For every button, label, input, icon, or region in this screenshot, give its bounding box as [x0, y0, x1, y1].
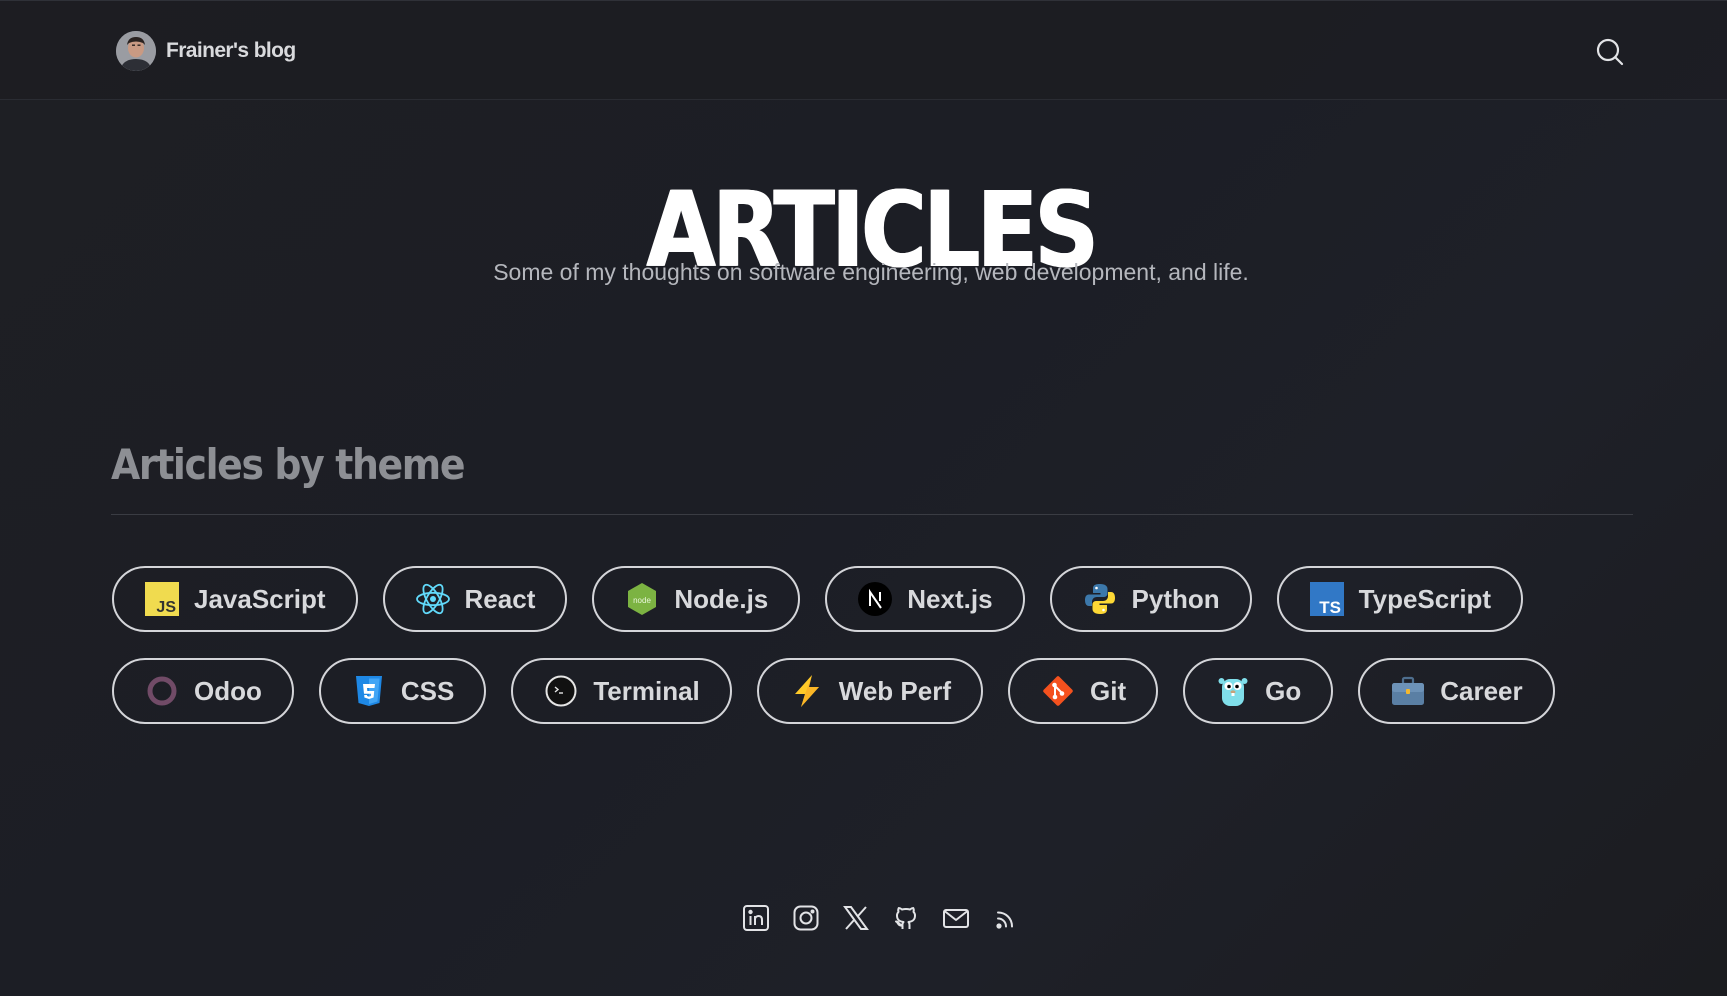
instagram-icon [793, 905, 819, 931]
svg-text:node: node [633, 596, 651, 605]
react-icon [415, 581, 451, 617]
chip-label: CSS [400, 675, 455, 706]
lightning-icon [789, 673, 825, 709]
x-icon [843, 906, 869, 930]
chip-react[interactable]: React [382, 566, 568, 632]
search-button[interactable] [1594, 36, 1626, 68]
git-icon [1040, 673, 1076, 709]
chip-go[interactable]: Go [1183, 658, 1334, 724]
chip-label: Python [1131, 583, 1220, 614]
chip-label: React [464, 583, 536, 614]
rss-icon [996, 911, 1013, 929]
chip-label: Web Perf [838, 675, 951, 706]
chip-row: JS JavaScript React node Node.js Next.js… [112, 566, 1672, 632]
chip-label: JavaScript [194, 583, 326, 614]
chip-typescript[interactable]: TS TypeScript [1276, 566, 1524, 632]
chip-career[interactable]: Career [1358, 658, 1555, 724]
chip-label: Go [1265, 675, 1302, 706]
svg-text:TS: TS [1319, 598, 1341, 616]
nodejs-icon: node [624, 581, 660, 617]
chip-web-perf[interactable]: Web Perf [756, 658, 983, 724]
github-link[interactable] [892, 904, 920, 932]
chip-nodejs[interactable]: node Node.js [592, 566, 801, 632]
chip-label: TypeScript [1358, 583, 1492, 614]
javascript-icon: JS [144, 581, 180, 617]
chip-label: Git [1090, 675, 1127, 706]
nextjs-icon [857, 581, 893, 617]
divider [111, 514, 1633, 515]
site-header: Frainer's blog [0, 0, 1727, 100]
section-title: Articles by theme [111, 440, 465, 489]
social-links [742, 904, 1020, 932]
page-subtitle: Some of my thoughts on software engineer… [493, 259, 1249, 285]
brand-name: Frainer's blog [166, 39, 296, 62]
chip-label: Odoo [194, 675, 262, 706]
terminal-icon [543, 673, 579, 709]
css-icon [351, 673, 387, 709]
typescript-icon: TS [1309, 581, 1345, 617]
chip-label: Terminal [593, 675, 700, 706]
chip-nextjs[interactable]: Next.js [825, 566, 1025, 632]
chip-python[interactable]: Python [1049, 566, 1252, 632]
odoo-icon [144, 673, 180, 709]
chip-terminal[interactable]: Terminal [511, 658, 732, 724]
brand-link[interactable]: Frainer's blog [116, 31, 296, 71]
avatar [116, 31, 156, 71]
chip-label: Node.js [674, 583, 769, 614]
linkedin-icon [743, 905, 769, 931]
gopher-icon [1215, 673, 1251, 709]
chip-odoo[interactable]: Odoo [112, 658, 294, 724]
chip-javascript[interactable]: JS JavaScript [112, 566, 358, 632]
svg-text:JS: JS [156, 599, 176, 616]
linkedin-link[interactable] [742, 904, 770, 932]
chip-label: Next.js [907, 583, 993, 614]
briefcase-icon [1390, 673, 1426, 709]
instagram-link[interactable] [792, 904, 820, 932]
search-icon [1596, 38, 1624, 66]
theme-chips: JS JavaScript React node Node.js Next.js… [112, 566, 1672, 750]
python-icon [1082, 581, 1118, 617]
github-icon [895, 907, 916, 929]
mail-icon [943, 909, 969, 928]
rss-link[interactable] [992, 904, 1020, 932]
page: Frainer's blog ARTICLES Some of my thoug… [0, 0, 1727, 996]
chip-git[interactable]: Git [1008, 658, 1159, 724]
chip-label: Career [1440, 675, 1523, 706]
chip-row: Odoo CSS Terminal Web Perf Git Go Career [112, 658, 1672, 724]
mail-link[interactable] [942, 904, 970, 932]
x-link[interactable] [842, 904, 870, 932]
chip-css[interactable]: CSS [318, 658, 487, 724]
